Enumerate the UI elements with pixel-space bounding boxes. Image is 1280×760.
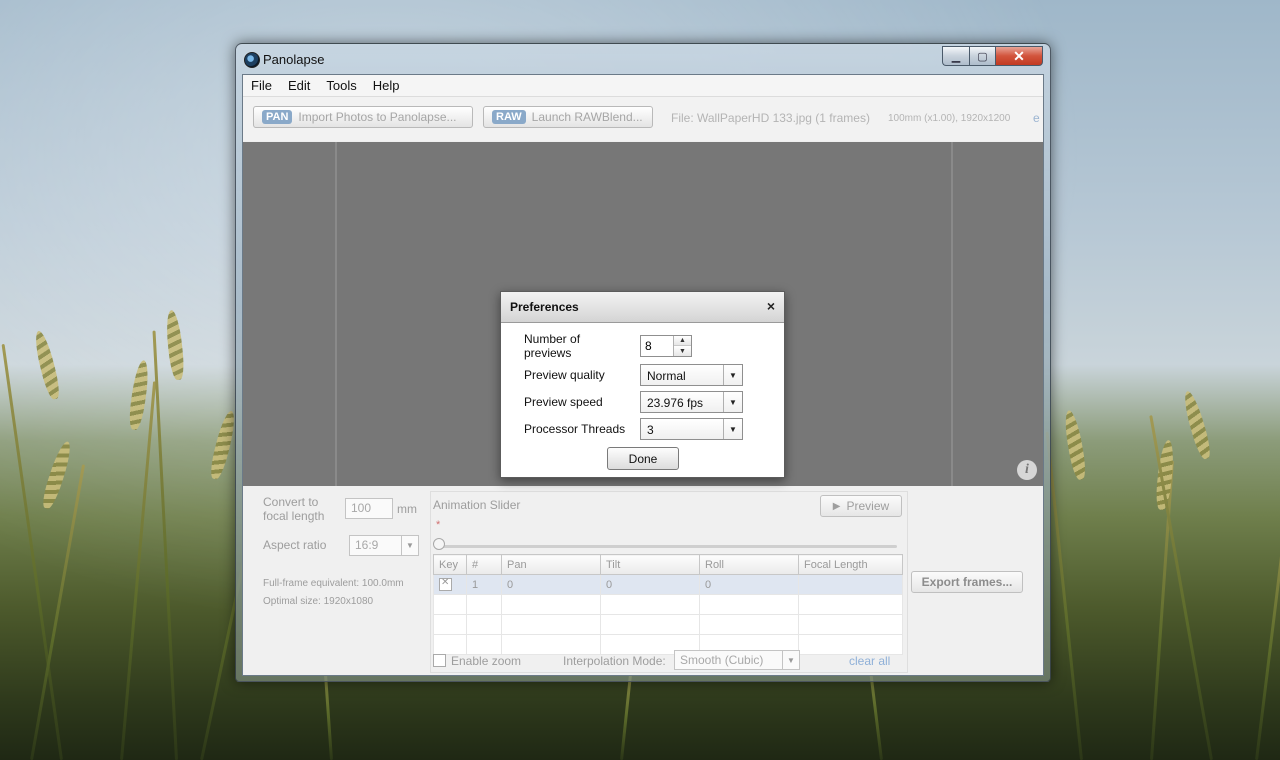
preview-quality-label: Preview quality [524, 368, 605, 382]
num-previews-value[interactable]: 8 [645, 339, 652, 353]
chevron-down-icon: ▼ [401, 536, 418, 555]
col-focal-length[interactable]: Focal Length [798, 554, 903, 575]
aspect-ratio-label: Aspect ratio [263, 538, 327, 552]
raw-badge-icon: RAW [492, 110, 526, 124]
menu-tools[interactable]: Tools [318, 78, 364, 93]
tilt-cell[interactable]: 0 [600, 574, 700, 595]
interpolation-label: Interpolation Mode: [563, 654, 666, 668]
processor-threads-select[interactable]: 3 ▼ [640, 418, 743, 440]
bottom-panel: Convert to focal length 100 mm Aspect ra… [243, 486, 1043, 675]
spin-down-icon[interactable]: ▼ [674, 346, 691, 356]
import-photos-button[interactable]: PAN Import Photos to Panolapse... [253, 106, 473, 128]
maximize-button[interactable]: ▢ [969, 46, 995, 66]
chevron-down-icon: ▼ [723, 365, 742, 385]
dialog-title: Preferences [510, 300, 579, 314]
focal-unit: mm [397, 502, 417, 516]
minimize-button[interactable]: ▁ [942, 46, 969, 66]
col-pan[interactable]: Pan [501, 554, 601, 575]
preview-speed-select[interactable]: 23.976 fps ▼ [640, 391, 743, 413]
preview-left-strip [243, 142, 337, 486]
processor-threads-label: Processor Threads [524, 422, 626, 436]
table-row-empty [433, 634, 903, 655]
file-info: File: WallPaperHD 133.jpg (1 frames) [671, 111, 870, 125]
num-previews-spinner[interactable]: 8 ▲ ▼ [640, 335, 692, 357]
table-row-empty [433, 614, 903, 635]
file-extra: e [1033, 111, 1040, 125]
menu-bar: File Edit Tools Help [243, 75, 1043, 97]
col-key[interactable]: Key [433, 554, 467, 575]
keyframe-marker: * [436, 519, 441, 531]
chevron-down-icon: ▼ [723, 419, 742, 439]
interpolation-select[interactable]: Smooth (Cubic) ▼ [674, 650, 800, 670]
num-previews-label: Number of previews [524, 332, 581, 360]
col-number[interactable]: # [466, 554, 502, 575]
menu-file[interactable]: File [243, 78, 280, 93]
aspect-ratio-select[interactable]: 16:9 ▼ [349, 535, 419, 556]
file-meta: 100mm (x1.00), 1920x1200 [888, 113, 1011, 124]
window-title: Panolapse [263, 52, 325, 67]
menu-edit[interactable]: Edit [280, 78, 318, 93]
col-tilt[interactable]: Tilt [600, 554, 700, 575]
close-icon: ✕ [1013, 47, 1025, 64]
dialog-title-bar[interactable]: Preferences × [501, 292, 784, 323]
preview-right-strip [951, 142, 1043, 486]
roll-cell[interactable]: 0 [699, 574, 799, 595]
done-button[interactable]: Done [607, 447, 679, 470]
pan-cell[interactable]: 0 [501, 574, 601, 595]
num-cell: 1 [466, 574, 502, 595]
focal-cell[interactable] [798, 574, 903, 595]
app-icon [244, 52, 260, 68]
preview-quality-value: Normal [647, 369, 686, 383]
enable-zoom-label: Enable zoom [451, 654, 522, 668]
key-checkbox[interactable] [439, 577, 452, 591]
key-cell[interactable] [433, 574, 467, 595]
menu-help[interactable]: Help [365, 78, 408, 93]
col-roll[interactable]: Roll [699, 554, 799, 575]
focal-length-label: Convert to focal length [263, 495, 325, 523]
dialog-close-icon[interactable]: × [767, 298, 775, 314]
launch-rawblend-button[interactable]: RAW Launch RAWBlend... [483, 106, 653, 128]
processor-threads-value: 3 [647, 423, 654, 437]
optimal-size: Optimal size: 1920x1080 [263, 596, 374, 607]
preview-button[interactable]: ▶ Preview [820, 495, 902, 517]
focal-length-input[interactable]: 100 [345, 498, 393, 519]
minimize-icon: ▁ [951, 50, 961, 63]
maximize-icon: ▢ [977, 50, 988, 63]
launch-rawblend-label: Launch RAWBlend... [531, 110, 643, 124]
preview-button-label: Preview [846, 499, 890, 513]
animation-slider-title: Animation Slider [433, 498, 521, 512]
info-icon[interactable]: i [1017, 460, 1037, 480]
export-frames-button[interactable]: Export frames... [911, 571, 1023, 593]
close-window-button[interactable]: ✕ [995, 46, 1043, 66]
title-bar[interactable]: Panolapse ▁ ▢ ✕ [236, 44, 1050, 74]
table-row-empty [433, 594, 903, 615]
chevron-down-icon: ▼ [782, 651, 799, 669]
animation-panel: Animation Slider ▶ Preview * Key # Pan T… [430, 491, 908, 673]
clear-all-link[interactable]: clear all [849, 654, 890, 668]
enable-zoom-checkbox[interactable] [433, 654, 446, 667]
chevron-down-icon: ▼ [723, 392, 742, 412]
import-photos-label: Import Photos to Panolapse... [298, 110, 457, 124]
animation-slider-thumb[interactable] [433, 538, 445, 550]
preferences-dialog: Preferences × Number of previews 8 ▲ ▼ P… [500, 291, 785, 478]
keyframe-table: Key # Pan Tilt Roll Focal Length 1 0 [433, 554, 903, 655]
interpolation-value: Smooth (Cubic) [680, 653, 764, 667]
table-row[interactable]: 1 0 0 0 [433, 574, 903, 595]
preview-quality-select[interactable]: Normal ▼ [640, 364, 743, 386]
animation-slider-track[interactable] [439, 545, 897, 548]
toolbar: PAN Import Photos to Panolapse... RAW La… [243, 97, 1043, 141]
preview-speed-label: Preview speed [524, 395, 603, 409]
pan-badge-icon: PAN [262, 110, 293, 124]
fullframe-equivalent: Full-frame equivalent: 100.0mm [263, 578, 404, 589]
play-icon: ▶ [832, 500, 841, 512]
spin-up-icon[interactable]: ▲ [674, 336, 691, 346]
preview-speed-value: 23.976 fps [647, 396, 704, 410]
aspect-ratio-value: 16:9 [355, 538, 379, 552]
